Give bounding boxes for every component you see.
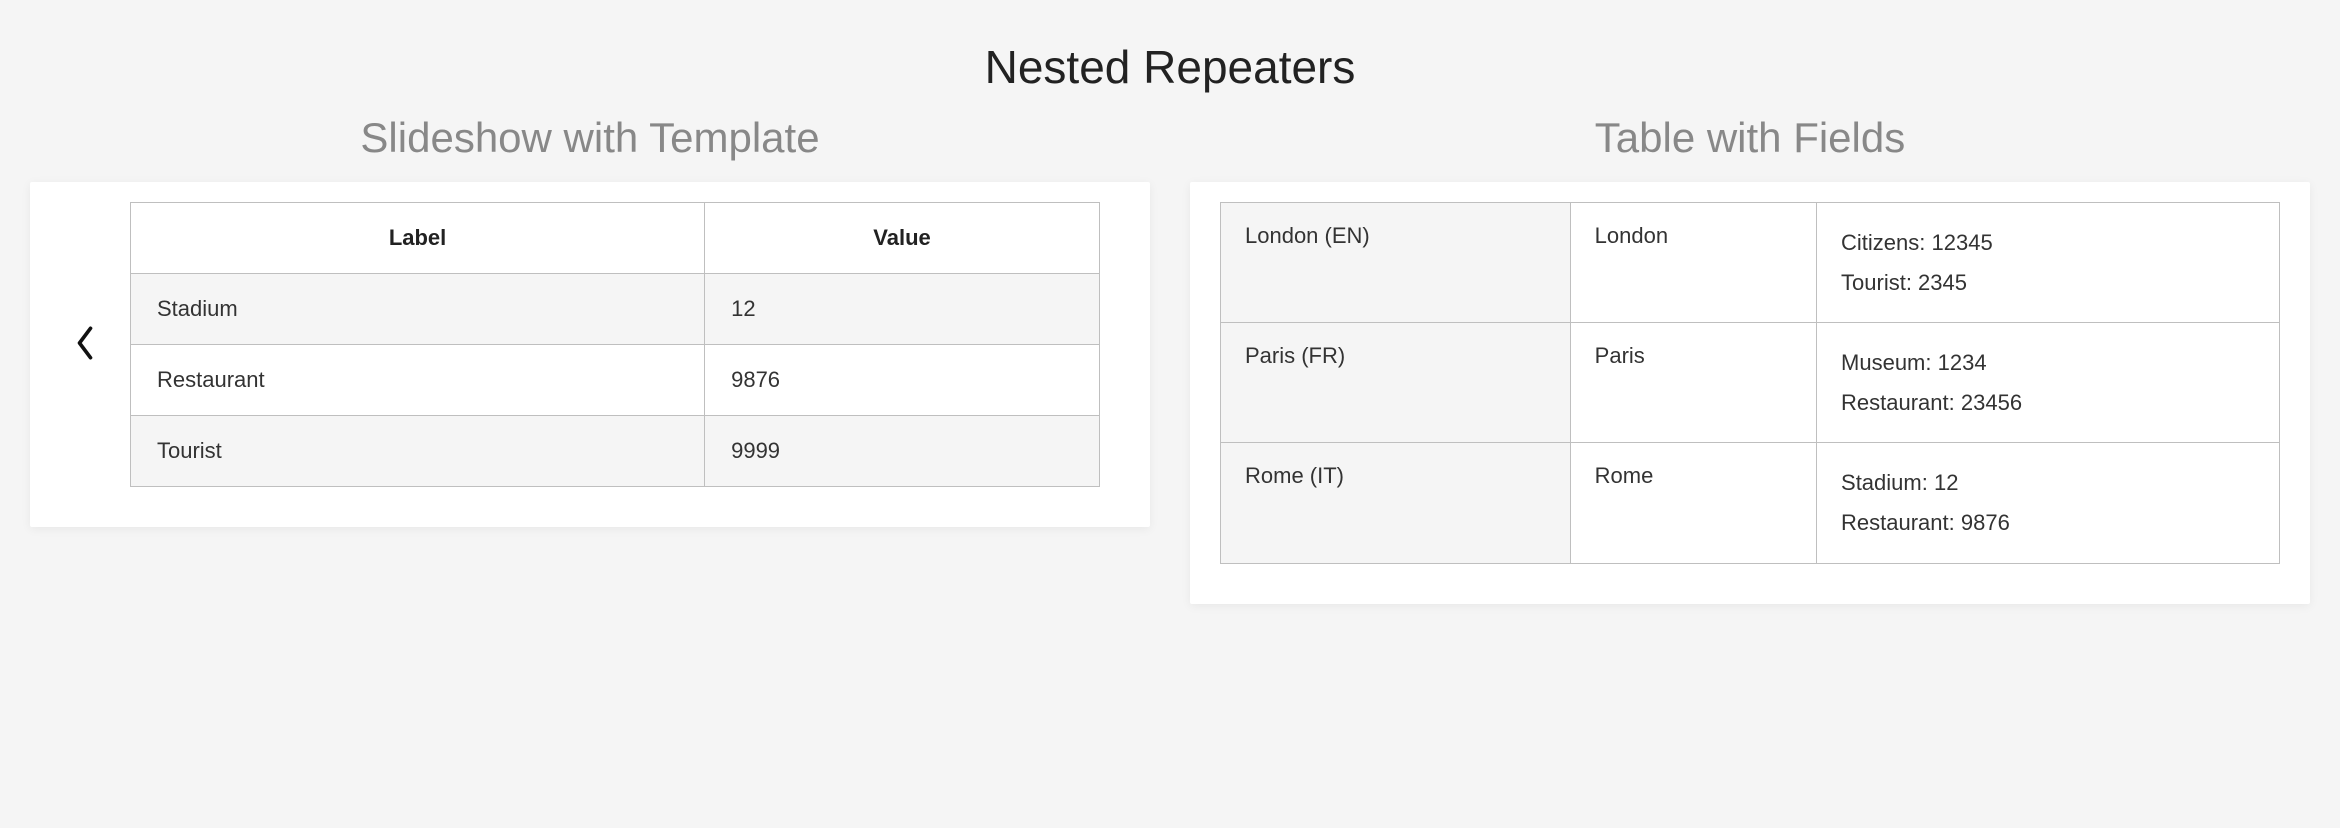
row-title: London (EN) [1221, 203, 1571, 323]
cell-label: Restaurant [131, 345, 705, 416]
row-key: Rome [1570, 443, 1816, 563]
table-row: Rome (IT) Rome Stadium: 12 Restaurant: 9… [1221, 443, 2280, 563]
row-key: Paris [1570, 323, 1816, 443]
kv-line: Tourist: 2345 [1841, 263, 2255, 303]
chevron-left-icon [74, 326, 96, 363]
fields-table: London (EN) London Citizens: 12345 Touri… [1220, 202, 2280, 564]
row-items: Museum: 1234 Restaurant: 23456 [1817, 323, 2280, 443]
col-header-label: Label [131, 203, 705, 274]
left-section-title: Slideshow with Template [30, 114, 1150, 162]
row-title: Paris (FR) [1221, 323, 1571, 443]
cell-label: Tourist [131, 416, 705, 487]
row-title: Rome (IT) [1221, 443, 1571, 563]
cell-value: 12 [705, 274, 1100, 345]
table-row: London (EN) London Citizens: 12345 Touri… [1221, 203, 2280, 323]
right-section-title: Table with Fields [1190, 114, 2310, 162]
cell-value: 9876 [705, 345, 1100, 416]
slideshow-table: Label Value Stadium 12 Restaur [130, 202, 1100, 487]
table-row: Restaurant 9876 [131, 345, 1100, 416]
slideshow-card: Label Value Stadium 12 Restaur [30, 182, 1150, 527]
kv-line: Restaurant: 9876 [1841, 503, 2255, 543]
col-header-value: Value [705, 203, 1100, 274]
table-row: Paris (FR) Paris Museum: 1234 Restaurant… [1221, 323, 2280, 443]
table-row: Stadium 12 [131, 274, 1100, 345]
slideshow-prev-button[interactable] [60, 325, 110, 364]
cell-label: Stadium [131, 274, 705, 345]
cell-value: 9999 [705, 416, 1100, 487]
kv-line: Citizens: 12345 [1841, 223, 2255, 263]
kv-line: Museum: 1234 [1841, 343, 2255, 383]
row-items: Stadium: 12 Restaurant: 9876 [1817, 443, 2280, 563]
kv-line: Restaurant: 23456 [1841, 383, 2255, 423]
page-title: Nested Repeaters [30, 40, 2310, 94]
kv-line: Stadium: 12 [1841, 463, 2255, 503]
table-row: Tourist 9999 [131, 416, 1100, 487]
row-key: London [1570, 203, 1816, 323]
row-items: Citizens: 12345 Tourist: 2345 [1817, 203, 2280, 323]
fields-card: London (EN) London Citizens: 12345 Touri… [1190, 182, 2310, 604]
